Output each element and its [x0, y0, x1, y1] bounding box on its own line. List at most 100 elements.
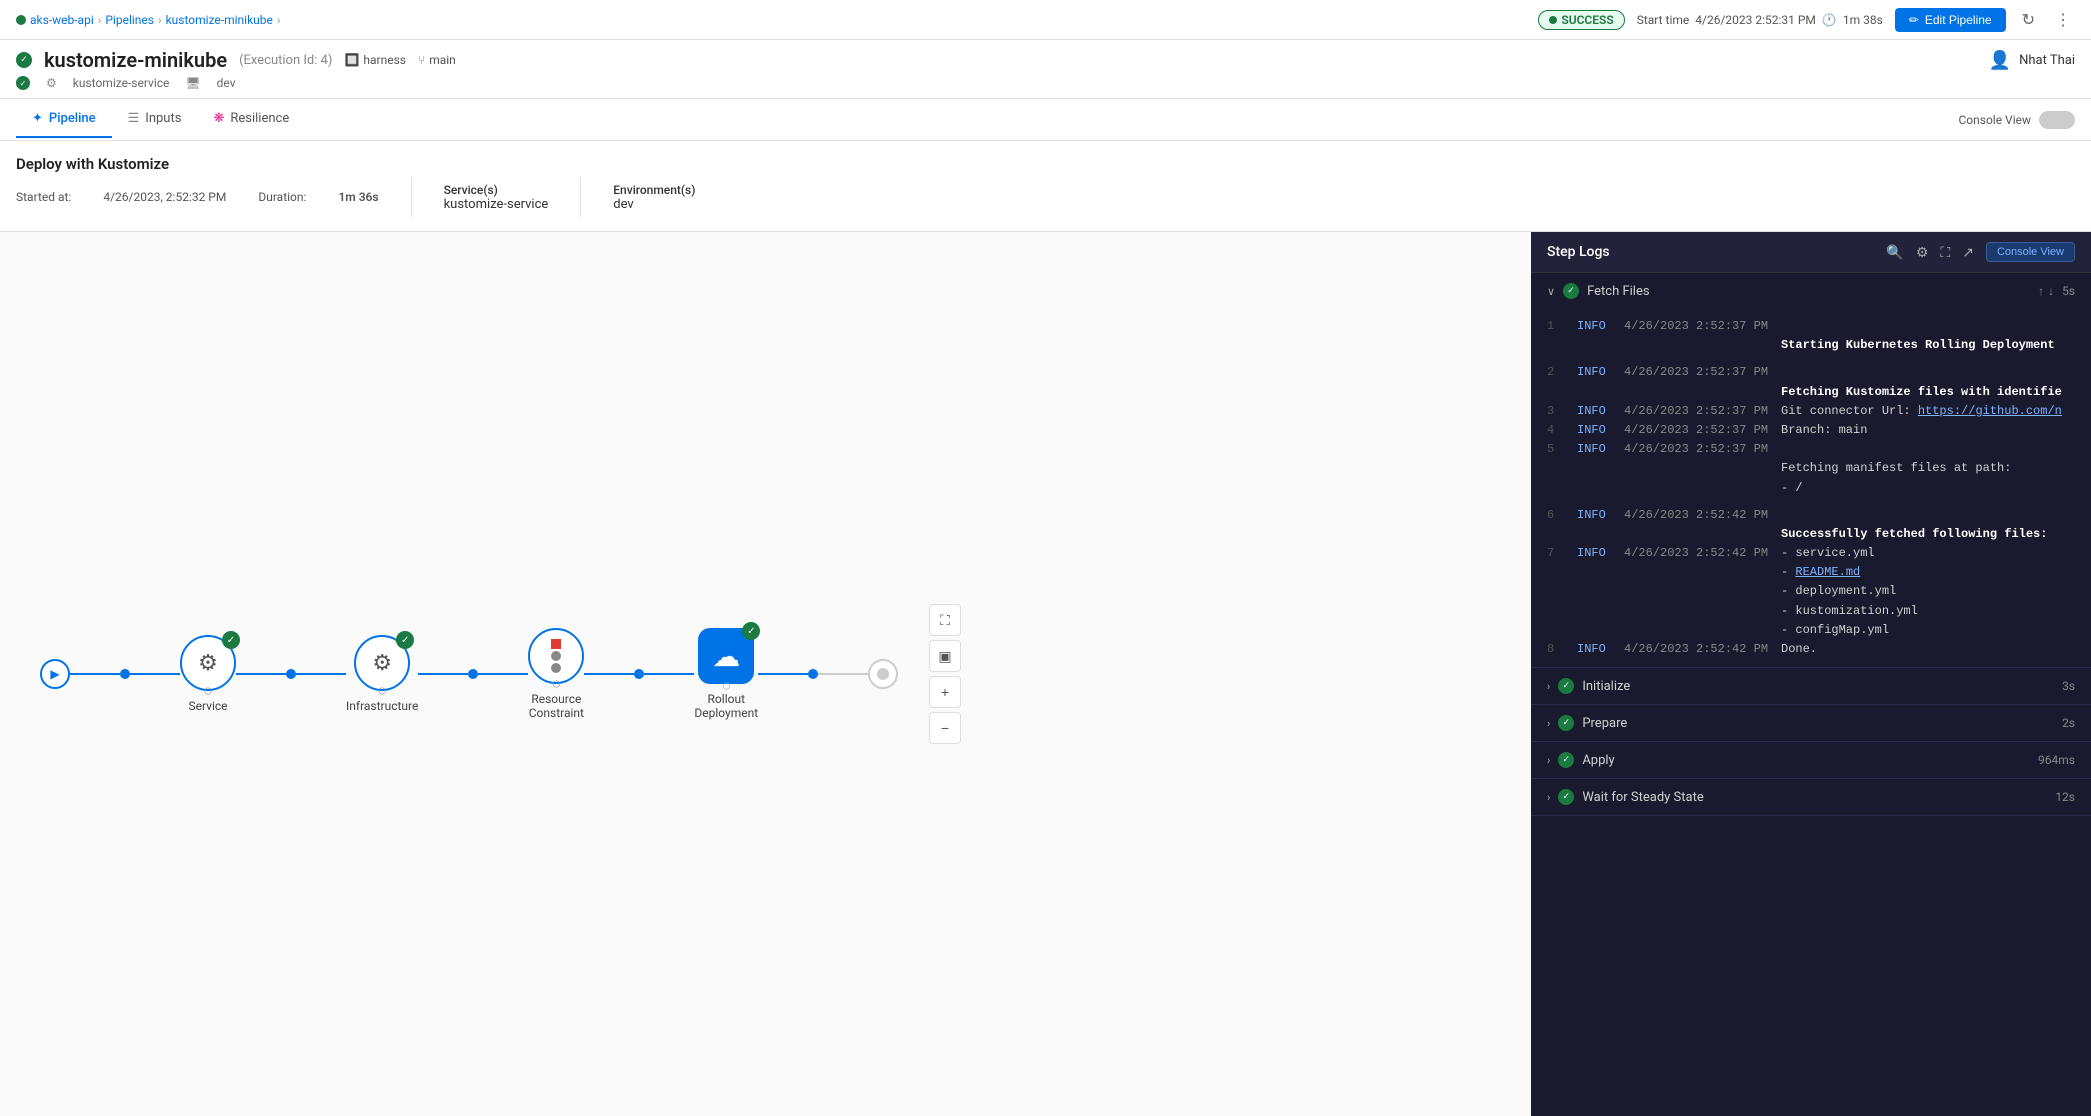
rollout-check: ✓: [742, 622, 760, 640]
connector-3b: [478, 673, 528, 675]
top-bar-right: SUCCESS Start time 4/26/2023 2:52:31 PM …: [1538, 6, 2075, 34]
rollout-node[interactable]: ✓ ☁ ⬡: [698, 628, 754, 684]
deploy-title: Deploy with Kustomize: [16, 155, 2075, 173]
apply-name: Apply: [1582, 753, 1614, 768]
console-view-logs-btn[interactable]: Console View: [1986, 242, 2075, 262]
initialize-header-left: › ✓ Initialize: [1547, 678, 1630, 694]
amber-light: [551, 651, 561, 661]
initialize-duration: 3s: [2062, 679, 2075, 693]
log-line-configmap: - configMap.yml: [1547, 621, 2075, 640]
sub-header: ✓ kustomize-minikube (Execution Id: 4) 🔲…: [0, 40, 2091, 99]
arrow-up[interactable]: ↑: [2038, 284, 2044, 298]
dot-1: [120, 669, 130, 679]
log-line-bold-1: Starting Kubernetes Rolling Deployment: [1547, 336, 2075, 355]
logs-fullscreen-btn[interactable]: ⛶: [1940, 244, 1950, 261]
steady-state-name: Wait for Steady State: [1582, 790, 1703, 805]
pipeline-tab-label: Pipeline: [49, 111, 96, 126]
infrastructure-node[interactable]: ✓ ⚙ ⬡: [354, 635, 410, 691]
service-sub: ⬡: [204, 687, 212, 697]
resource-constraint-node[interactable]: ⬡: [528, 628, 584, 684]
dot-3: [468, 669, 478, 679]
harness-icon: [16, 15, 26, 25]
readme-link[interactable]: README.md: [1795, 565, 1860, 579]
inputs-tab-label: Inputs: [145, 111, 181, 126]
expand-canvas-btn[interactable]: ⛶: [929, 604, 961, 636]
infra-sub: ⬡: [378, 687, 386, 697]
logs-external-btn[interactable]: ↗: [1962, 244, 1974, 261]
started-label: Started at:: [16, 190, 71, 204]
tabs: ✦ Pipeline ☰ Inputs ❋ Resilience: [16, 101, 305, 138]
breadcrumb-aks[interactable]: aks-web-api: [30, 13, 94, 27]
fetch-files-header[interactable]: ∨ ✓ Fetch Files ↑ ↓ 5s: [1531, 273, 2091, 309]
apply-header-left: › ✓ Apply: [1547, 752, 1615, 768]
initialize-success-icon: ✓: [1558, 678, 1574, 694]
refresh-button[interactable]: ↻: [2018, 6, 2039, 34]
canvas-area: ▶ ✓ ⚙ ⬡ Service: [0, 232, 2091, 1116]
log-line-3: 3 INFO 4/26/2023 2:52:37 PM Git connecto…: [1547, 402, 2075, 421]
steady-state-header[interactable]: › ✓ Wait for Steady State 12s: [1531, 779, 2091, 815]
select-tool-btn[interactable]: ▣: [929, 640, 961, 672]
green-light: [551, 663, 561, 673]
rollout-node-container[interactable]: ✓ ☁ ⬡ RolloutDeployment: [694, 628, 758, 720]
services-value: kustomize-service: [444, 197, 549, 212]
log-content: 1 INFO 4/26/2023 2:52:37 PM Starting Kub…: [1531, 309, 2091, 667]
log-line-bold-3: Successfully fetched following files:: [1547, 525, 2075, 544]
status-label: SUCCESS: [1561, 13, 1613, 27]
more-options-button[interactable]: ⋮: [2051, 6, 2075, 34]
pipeline-flow: ▶ ✓ ⚙ ⬡ Service: [0, 568, 938, 780]
connector-3: [418, 673, 468, 675]
pipeline-canvas: ▶ ✓ ⚙ ⬡ Service: [0, 232, 1531, 1116]
log-line-7: 7 INFO 4/26/2023 2:52:42 PM - service.ym…: [1547, 544, 2075, 563]
started-value: 4/26/2023, 2:52:32 PM: [103, 190, 226, 204]
arrow-down[interactable]: ↓: [2048, 284, 2054, 298]
connector-1: [70, 673, 120, 675]
duration-value: 1m 36s: [338, 190, 378, 204]
start-time-value: 4/26/2023 2:52:31 PM: [1695, 13, 1816, 27]
zoom-out-btn[interactable]: −: [929, 712, 961, 744]
resource-constraint-container[interactable]: ⬡ ResourceConstraint: [528, 628, 584, 720]
rollout-label: RolloutDeployment: [694, 692, 758, 720]
end-node-container: [868, 659, 898, 689]
connector-2b: [296, 673, 346, 675]
tab-inputs[interactable]: ☰ Inputs: [112, 101, 198, 138]
apply-header[interactable]: › ✓ Apply 964ms: [1531, 742, 2091, 778]
breadcrumb-pipelines[interactable]: Pipelines: [105, 13, 154, 27]
log-line-deployment: - deployment.yml: [1547, 582, 2075, 601]
resilience-tab-label: Resilience: [230, 111, 289, 126]
traffic-light: [551, 639, 561, 673]
breadcrumb-kustomize[interactable]: kustomize-minikube: [166, 13, 273, 27]
zoom-in-btn[interactable]: +: [929, 676, 961, 708]
infra-gear-icon: ⚙: [372, 651, 392, 676]
initialize-header[interactable]: › ✓ Initialize 3s: [1531, 668, 2091, 704]
infra-check: ✓: [396, 631, 414, 649]
log-line-readme: - README.md: [1547, 563, 2075, 582]
console-view-switch[interactable]: [2039, 111, 2075, 129]
service-status-icon: ✓: [16, 76, 30, 90]
log-line-kustomization: - kustomization.yml: [1547, 602, 2075, 621]
page-title-row: ✓ kustomize-minikube (Execution Id: 4) 🔲…: [16, 48, 2075, 72]
pipeline-status-icon: ✓: [16, 52, 32, 68]
pencil-icon: ✏: [1909, 13, 1919, 27]
logs-search-btn[interactable]: 🔍: [1886, 244, 1903, 261]
start-node[interactable]: ▶: [40, 659, 70, 689]
service-node-container[interactable]: ✓ ⚙ ⬡ Service: [180, 635, 236, 713]
edit-pipeline-button[interactable]: ✏ Edit Pipeline: [1895, 8, 2006, 32]
dot-4: [634, 669, 644, 679]
infrastructure-node-container[interactable]: ✓ ⚙ ⬡ Infrastructure: [346, 635, 418, 713]
prepare-arrow: ›: [1547, 717, 1550, 730]
console-view-toggle: Console View: [1958, 111, 2075, 129]
service-label: Service: [188, 699, 227, 713]
service-node[interactable]: ✓ ⚙ ⬡: [180, 635, 236, 691]
console-view-label: Console View: [1958, 113, 2031, 127]
branch-tag: ⑂ main: [418, 53, 456, 67]
logs-header: Step Logs 🔍 ⚙ ⛶ ↗ Console View: [1531, 232, 2091, 273]
user-name: Nhat Thai: [2019, 53, 2075, 68]
apply-section: › ✓ Apply 964ms: [1531, 742, 2091, 779]
logs-settings-btn[interactable]: ⚙: [1916, 244, 1929, 261]
tab-resilience[interactable]: ❋ Resilience: [197, 101, 305, 138]
fetch-files-nav-arrows: ↑ ↓: [2038, 284, 2054, 298]
logs-actions: 🔍 ⚙ ⛶ ↗ Console View: [1886, 242, 2075, 262]
prepare-header[interactable]: › ✓ Prepare 2s: [1531, 705, 2091, 741]
git-url-link[interactable]: https://github.com/n: [1918, 404, 2062, 418]
tab-pipeline[interactable]: ✦ Pipeline: [16, 101, 112, 138]
